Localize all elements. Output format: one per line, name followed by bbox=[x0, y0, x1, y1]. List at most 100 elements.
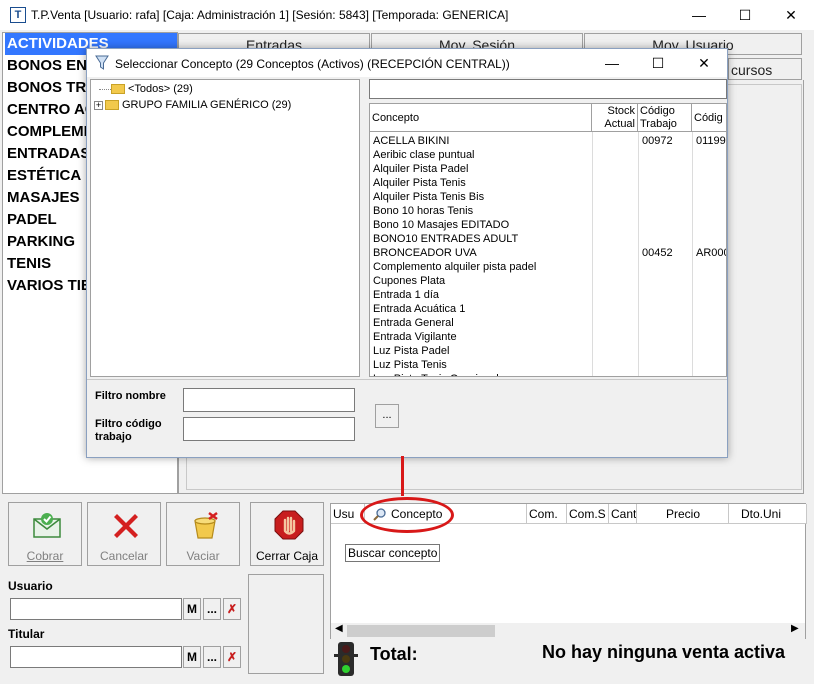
column-codigo-trabajo[interactable]: Código Trabajo bbox=[638, 104, 692, 132]
concept-row[interactable]: Entrada 1 día bbox=[370, 288, 726, 302]
cell-codigo-trabajo: 00972 bbox=[642, 135, 673, 147]
filtro-nombre-input[interactable] bbox=[183, 388, 355, 412]
filtro-codigo-input[interactable] bbox=[183, 417, 355, 441]
concept-row[interactable]: Bono 10 horas Tenis bbox=[370, 204, 726, 218]
titular-clear-icon[interactable]: ✗ bbox=[223, 646, 241, 668]
column-cant[interactable]: Cant bbox=[609, 504, 637, 524]
cancel-x-icon bbox=[114, 514, 138, 538]
filter-browse-button[interactable]: ... bbox=[375, 404, 399, 428]
cell-concepto: Alquiler Pista Tenis bbox=[373, 177, 466, 189]
expand-icon[interactable]: + bbox=[94, 100, 103, 110]
dialog-filter-area: Filtro nombre Filtro código trabajo ... bbox=[87, 379, 727, 457]
titular-label: Titular bbox=[8, 627, 45, 641]
concept-row[interactable]: Alquiler Pista Tenis bbox=[370, 176, 726, 190]
cell-concepto: ACELLA BIKINI bbox=[373, 135, 450, 147]
stop-hand-icon bbox=[274, 510, 304, 540]
column-precio[interactable]: Precio bbox=[637, 504, 729, 524]
cell-concepto: BRONCEADOR UVA bbox=[373, 247, 477, 259]
titular-browse-button[interactable]: ... bbox=[203, 646, 221, 668]
cell-concepto: Complemento alquiler pista padel bbox=[373, 261, 537, 273]
cell-codigo: AR000 bbox=[696, 247, 727, 259]
column-concepto[interactable]: Concepto bbox=[370, 104, 592, 132]
window-titlebar: T T.P.Venta [Usuario: rafa] [Caja: Admin… bbox=[0, 0, 814, 30]
select-concept-dialog: Seleccionar Concepto (29 Conceptos (Acti… bbox=[86, 48, 728, 458]
scroll-left-icon[interactable]: ◀ bbox=[335, 623, 343, 634]
concept-row[interactable]: Aeribic clase puntual bbox=[370, 148, 726, 162]
cell-concepto: Luz Pista Tenis Ocasional bbox=[373, 372, 591, 376]
usuario-browse-button[interactable]: ... bbox=[203, 598, 221, 620]
concept-row[interactable]: Complemento alquiler pista padel bbox=[370, 260, 726, 274]
cancelar-label: Cancelar bbox=[99, 549, 149, 563]
window-title: T.P.Venta [Usuario: rafa] [Caja: Adminis… bbox=[31, 8, 509, 22]
folder-icon bbox=[111, 84, 125, 95]
minimize-icon[interactable]: — bbox=[676, 0, 722, 30]
concept-row[interactable]: Entrada General bbox=[370, 316, 726, 330]
concept-row[interactable]: BONO10 ENTRADES ADULT bbox=[370, 232, 726, 246]
cerrar-caja-button[interactable]: Cerrar Caja bbox=[250, 502, 324, 566]
cerrar-caja-label: Cerrar Caja bbox=[255, 549, 318, 563]
concept-row[interactable]: Entrada Vigilante bbox=[370, 330, 726, 344]
cell-concepto: Entrada 1 día bbox=[373, 289, 440, 301]
vaciar-bucket-icon bbox=[194, 512, 218, 539]
concept-row[interactable]: Luz Pista Padel bbox=[370, 344, 726, 358]
concept-row[interactable]: ACELLA BIKINI 00972 01199 bbox=[370, 134, 726, 148]
column-stock-actual[interactable]: Stock Actual bbox=[592, 104, 638, 132]
maximize-icon[interactable]: ☐ bbox=[722, 0, 768, 30]
folder-icon bbox=[105, 100, 119, 111]
cell-concepto: Alquiler Pista Padel bbox=[373, 163, 469, 175]
concept-row[interactable]: Alquiler Pista Tenis Bis bbox=[370, 190, 726, 204]
cell-concepto: Bono 10 horas Tenis bbox=[373, 205, 474, 217]
concept-row[interactable]: Luz Pista Tenis Ocasional bbox=[370, 372, 726, 376]
close-icon[interactable]: ✕ bbox=[768, 0, 814, 30]
horizontal-scrollbar[interactable]: ◀ ▶ bbox=[331, 623, 805, 639]
concept-search-input[interactable] bbox=[369, 79, 727, 99]
concept-row[interactable]: Cupones Plata bbox=[370, 274, 726, 288]
usuario-m-button[interactable]: M bbox=[183, 598, 201, 620]
vaciar-label: Vaciar bbox=[186, 549, 220, 563]
traffic-light-icon bbox=[334, 642, 358, 676]
dialog-title: Seleccionar Concepto (29 Conceptos (Acti… bbox=[115, 57, 510, 71]
concept-row[interactable]: Bono 10 Masajes EDITADO bbox=[370, 218, 726, 232]
cell-concepto: Luz Pista Padel bbox=[373, 345, 450, 357]
titular-m-button[interactable]: M bbox=[183, 646, 201, 668]
dialog-maximize-icon[interactable]: ☐ bbox=[635, 49, 681, 77]
usuario-field[interactable] bbox=[10, 598, 182, 620]
cell-concepto: Cupones Plata bbox=[373, 275, 446, 287]
scroll-right-icon[interactable]: ▶ bbox=[791, 623, 799, 634]
app-icon: T bbox=[10, 7, 26, 23]
sale-status: No hay ninguna venta activa bbox=[542, 642, 786, 662]
filtro-nombre-label: Filtro nombre bbox=[95, 390, 166, 402]
column-com-s[interactable]: Com.S bbox=[567, 504, 609, 524]
concept-row[interactable]: Alquiler Pista Padel bbox=[370, 162, 726, 176]
cell-concepto: Alquiler Pista Tenis Bis bbox=[373, 191, 485, 203]
filtro-codigo-label: Filtro código trabajo bbox=[95, 418, 162, 443]
titular-field[interactable] bbox=[10, 646, 182, 668]
column-com[interactable]: Com. bbox=[527, 504, 567, 524]
side-panel bbox=[248, 574, 324, 674]
usuario-clear-icon[interactable]: ✗ bbox=[223, 598, 241, 620]
vaciar-button[interactable]: Vaciar bbox=[166, 502, 240, 566]
total-label: Total: bbox=[370, 644, 418, 664]
tree-node-all[interactable]: <Todos> (29) bbox=[99, 83, 193, 95]
scroll-thumb[interactable] bbox=[347, 625, 495, 637]
concept-grid[interactable]: Concepto Stock Actual Código Trabajo Cód… bbox=[369, 103, 727, 377]
tooltip: Buscar concepto bbox=[345, 544, 441, 562]
cobrar-button[interactable]: Cobrar bbox=[8, 502, 82, 566]
dialog-minimize-icon[interactable]: — bbox=[589, 49, 635, 77]
tab-cursos[interactable]: cursos bbox=[728, 58, 802, 80]
cell-codigo: 01199 bbox=[696, 135, 726, 147]
column-dto-uni[interactable]: Dto.Uni bbox=[729, 504, 807, 524]
annotation-arrow bbox=[401, 456, 404, 496]
cell-concepto: Entrada General bbox=[373, 317, 454, 329]
column-codigo[interactable]: Códig bbox=[692, 104, 726, 132]
dialog-titlebar: Seleccionar Concepto (29 Conceptos (Acti… bbox=[87, 49, 727, 77]
concept-row[interactable]: BRONCEADOR UVA 00452 AR000 bbox=[370, 246, 727, 260]
concept-row[interactable]: Luz Pista Tenis bbox=[370, 358, 726, 372]
concept-row[interactable]: Entrada Acuática 1 bbox=[370, 302, 726, 316]
cancelar-button[interactable]: Cancelar bbox=[87, 502, 161, 566]
tree-node-grupo[interactable]: + GRUPO FAMILIA GENÉRICO (29) bbox=[94, 99, 291, 111]
annotation-circle bbox=[360, 497, 454, 533]
cell-concepto: Aeribic clase puntual bbox=[373, 149, 475, 161]
dialog-close-icon[interactable]: ✕ bbox=[681, 49, 727, 77]
family-tree[interactable]: <Todos> (29) + GRUPO FAMILIA GENÉRICO (29… bbox=[90, 79, 360, 377]
